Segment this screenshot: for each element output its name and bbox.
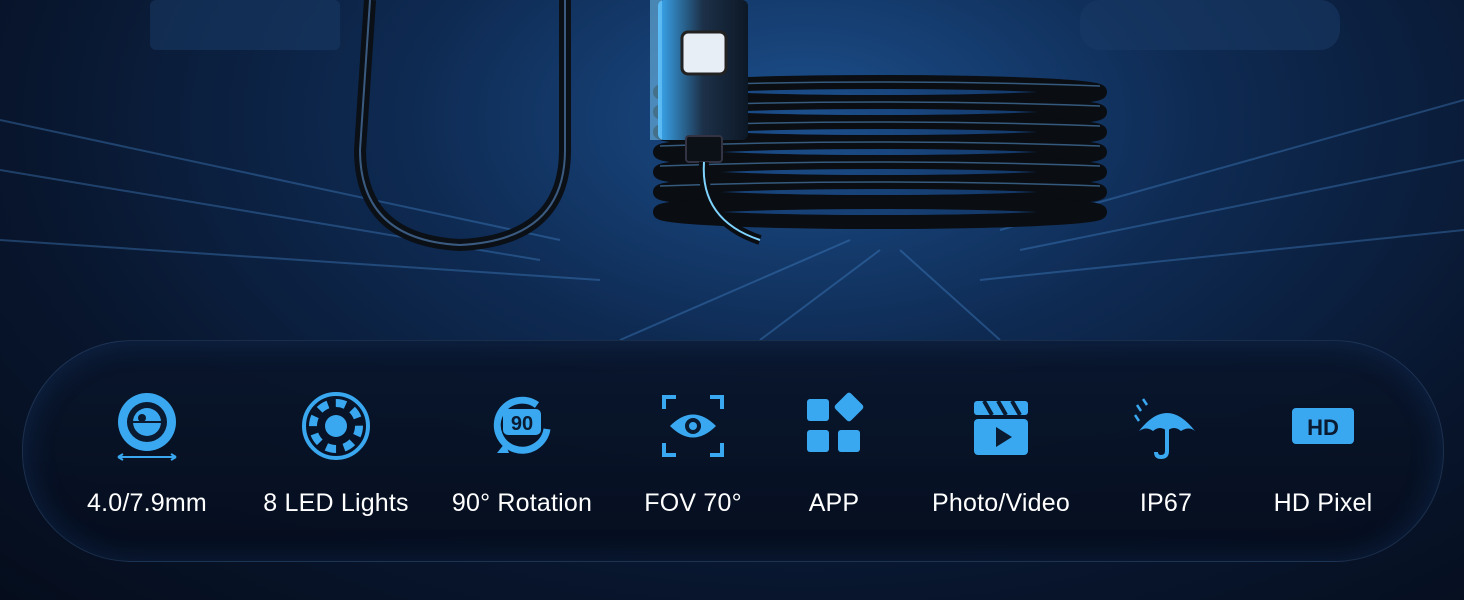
feature-label: Photo/Video [932, 489, 1070, 517]
feature-label: 8 LED Lights [263, 489, 409, 517]
svg-text:HD: HD [1307, 415, 1339, 440]
feature-item-photo-video: Photo/Video [911, 391, 1091, 518]
hd-badge-icon: HD [1292, 408, 1354, 444]
clapperboard-play-icon [974, 400, 1028, 455]
feature-item-led-lights: 8 LED Lights [246, 391, 426, 518]
feature-label: 4.0/7.9mm [87, 489, 207, 517]
feature-item-app: APP [744, 391, 924, 518]
feature-item-ip67: IP67 [1076, 391, 1256, 518]
app-grid-icon [807, 392, 864, 452]
rotation-90-icon: 90 [493, 396, 551, 454]
feature-item-lens-size: 4.0/7.9mm [57, 391, 237, 518]
eye-scan-icon [662, 395, 724, 457]
feature-bar: 4.0/7.9mm 8 LED Lights 90 90° Rotation F… [22, 340, 1444, 562]
feature-item-rotation: 90 90° Rotation [432, 391, 612, 518]
feature-label: 90° Rotation [451, 489, 593, 517]
led-ring-icon [302, 392, 370, 460]
feature-label: HD Pixel [1273, 489, 1373, 517]
lens-diameter-icon [117, 393, 177, 461]
umbrella-rain-icon [1133, 398, 1195, 460]
svg-text:90: 90 [511, 413, 533, 435]
feature-label: APP [808, 489, 860, 517]
product-image [0, 0, 1464, 340]
feature-label: IP67 [1139, 489, 1193, 517]
feature-item-hd-pixel: HD HD Pixel [1233, 391, 1413, 518]
